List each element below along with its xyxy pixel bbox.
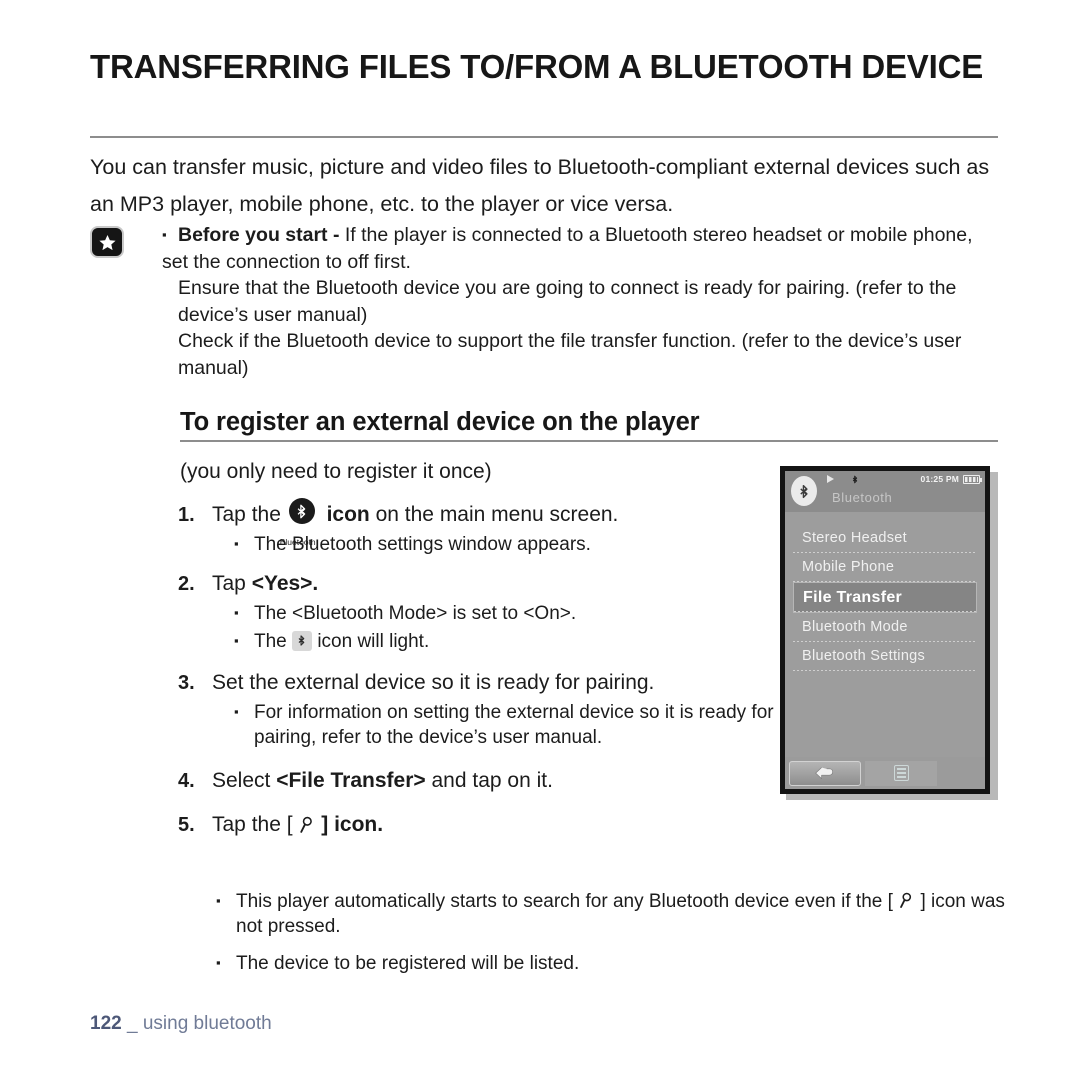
step-1-bullets: The Bluetooth settings window appears.: [234, 531, 778, 557]
device-menu-item-mobile-phone[interactable]: Mobile Phone: [793, 553, 977, 582]
note-bullet-marker: ▪: [162, 227, 167, 242]
list-menu-icon[interactable]: [865, 760, 937, 786]
step-1: 1. Tap the Bluetooth icon on the main me…: [178, 498, 778, 557]
steps-list: 1. Tap the Bluetooth icon on the main me…: [178, 498, 778, 842]
step-4: 4. Select <File Transfer> and tap on it.: [178, 766, 778, 796]
step-5-text: Tap the [ ] icon.: [212, 810, 778, 840]
step-4-post: and tap on it.: [431, 769, 553, 792]
back-arrow-icon[interactable]: [789, 760, 861, 786]
step-2-bullet-pre: The: [254, 631, 287, 652]
step-4-text: Select <File Transfer> and tap on it.: [212, 766, 778, 796]
step-2-bold: <Yes>.: [251, 572, 319, 595]
device-menu-list: Stereo Headset Mobile Phone File Transfe…: [785, 512, 985, 755]
intro-paragraph: You can transfer music, picture and vide…: [90, 155, 990, 216]
footer-separator: _: [126, 1013, 138, 1034]
step-2-bullets: The <Bluetooth Mode> is set to <On>. The…: [234, 600, 778, 654]
step-5-pre: Tap the [: [212, 813, 293, 836]
step-3-number: 3.: [178, 672, 195, 694]
device-screen: 01:25 PM Bluetooth Stereo Headset Mobile…: [785, 471, 985, 789]
step-1-pre: Tap the: [212, 503, 281, 526]
device-title-bar: Bluetooth: [785, 476, 985, 512]
bluetooth-small-icon: [292, 631, 313, 651]
play-icon: [827, 475, 834, 483]
manual-page: TRANSFERRING FILES TO/FROM A BLUETOOTH D…: [0, 0, 1080, 1080]
step-2-pre: Tap: [212, 572, 246, 595]
step-4-pre: Select: [212, 769, 271, 792]
step-1-bold: icon: [326, 503, 370, 526]
list-item: The <Bluetooth Mode> is set to <On>.: [234, 600, 778, 626]
step-2: 2. Tap <Yes>. The <Bluetooth Mode> is se…: [178, 569, 778, 654]
final-bullets: This player automatically starts to sear…: [216, 888, 1006, 979]
step-3: 3. Set the external device so it is read…: [178, 668, 778, 750]
before-you-start-note: ▪ Before you start - If the player is con…: [90, 222, 1000, 381]
section-paren-note: (you only need to register it once): [180, 460, 492, 483]
step-1-text: Tap the Bluetooth icon on the main menu …: [212, 498, 778, 547]
step-5: 5. Tap the [ ] icon.: [178, 810, 778, 840]
step-5-bold: ] icon.: [321, 813, 384, 836]
step-4-bold: <File Transfer>: [276, 769, 426, 792]
device-screen-title: Bluetooth: [832, 490, 893, 505]
list-item: For information on setting the external …: [234, 699, 778, 750]
note-body: ▪ Before you start - If the player is con…: [162, 222, 1000, 381]
step-2-bullet-post: icon will light.: [317, 631, 430, 652]
subtitle-divider: [180, 440, 998, 442]
device-menu-item-file-transfer[interactable]: File Transfer: [793, 582, 977, 613]
footer-label: using bluetooth: [142, 1013, 272, 1034]
note-line-1: ▪ Before you start - If the player is con…: [162, 222, 1000, 275]
search-icon: [298, 816, 315, 834]
note-line-3: Check if the Bluetooth device to support…: [178, 330, 962, 379]
note-bold-lead: Before you start -: [178, 224, 345, 246]
device-mockup: 01:25 PM Bluetooth Stereo Headset Mobile…: [780, 466, 990, 794]
status-time: 01:25 PM: [920, 474, 959, 484]
section-subtitle: To register an external device on the pl…: [180, 408, 700, 436]
step-1-number: 1.: [178, 504, 195, 526]
list-item: The device to be registered will be list…: [216, 950, 1006, 976]
list-item: The Bluetooth settings window appears.: [234, 531, 778, 557]
list-item: The icon will light.: [234, 628, 778, 654]
step-5-number: 5.: [178, 814, 195, 836]
page-title: TRANSFERRING FILES TO/FROM A BLUETOOTH D…: [90, 48, 984, 85]
step-2-text: Tap <Yes>.: [212, 569, 778, 599]
step-1-post: on the main menu screen.: [375, 503, 619, 526]
title-divider: [90, 136, 998, 138]
page-footer: 122 _ using bluetooth: [90, 1013, 272, 1035]
search-icon: [898, 892, 915, 910]
device-menu-item-bluetooth-mode[interactable]: Bluetooth Mode: [793, 613, 977, 642]
bluetooth-icon: [851, 474, 859, 487]
step-3-bullets: For information on setting the external …: [234, 699, 778, 750]
battery-full-icon: [963, 475, 982, 484]
step-2-number: 2.: [178, 573, 195, 595]
final-bullet-1-pre: This player automatically starts to sear…: [236, 891, 893, 912]
device-menu-item-bluetooth-settings[interactable]: Bluetooth Settings: [793, 642, 977, 671]
list-item: This player automatically starts to sear…: [216, 888, 1006, 939]
page-number: 122: [90, 1013, 122, 1034]
bluetooth-badge-icon: [791, 476, 817, 506]
note-line-2: Ensure that the Bluetooth device you are…: [178, 277, 957, 326]
device-menu-item-stereo-headset[interactable]: Stereo Headset: [793, 524, 977, 553]
device-bottom-bar: [785, 757, 985, 789]
star-icon: [90, 226, 124, 258]
step-4-number: 4.: [178, 770, 195, 792]
step-3-text: Set the external device so it is ready f…: [212, 671, 655, 694]
